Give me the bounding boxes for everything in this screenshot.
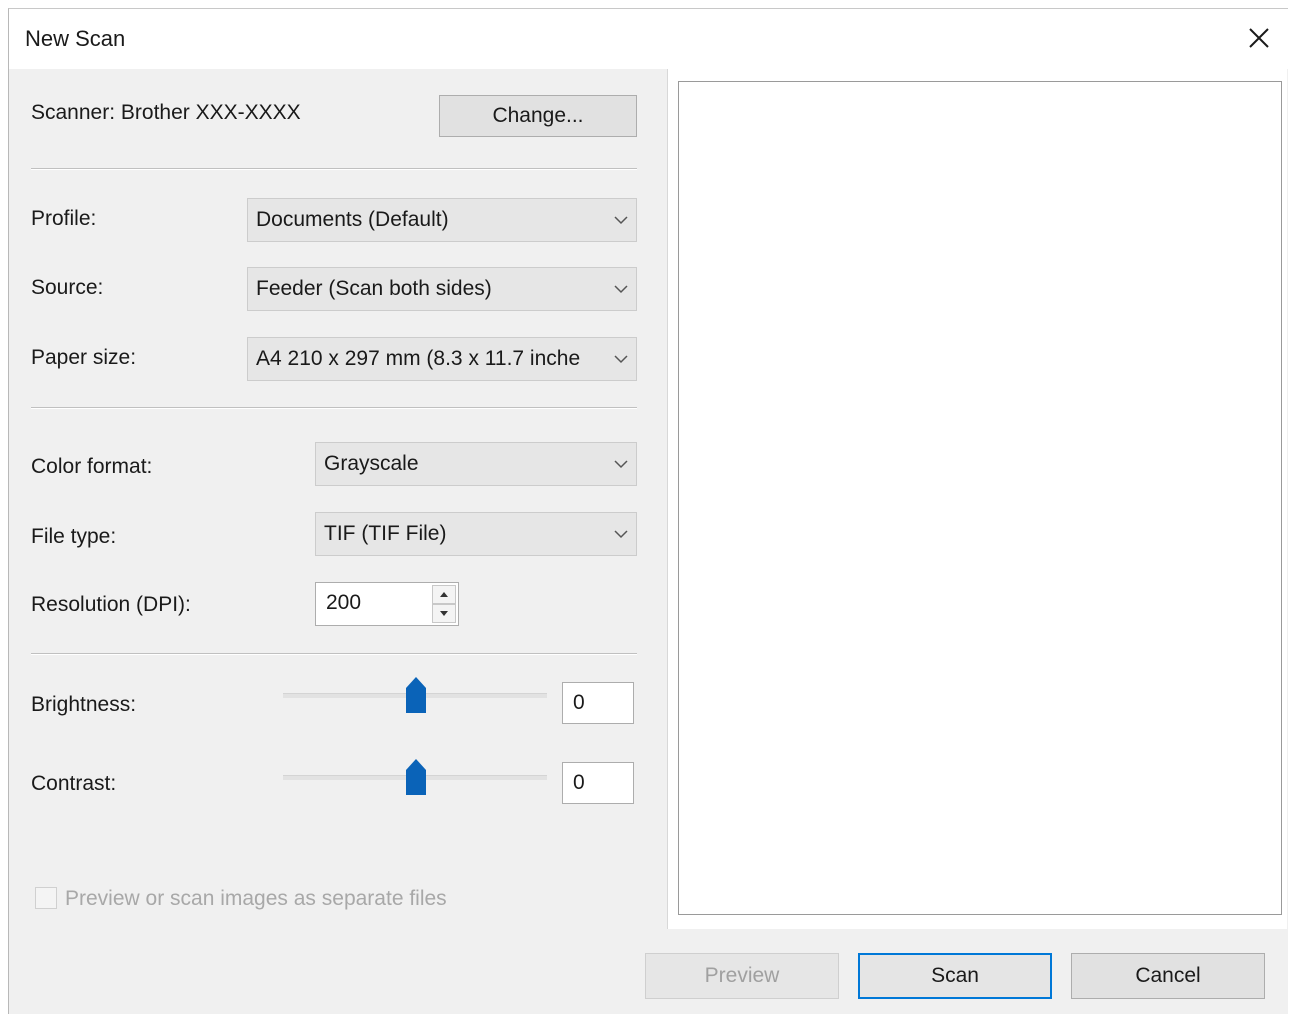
spin-arrows	[432, 585, 456, 623]
close-icon	[1249, 28, 1269, 48]
profile-value: Documents (Default)	[256, 208, 449, 231]
contrast-label: Contrast:	[31, 772, 117, 795]
scanner-label: Scanner: Brother XXX-XXXX	[31, 101, 301, 124]
slider-thumb-icon[interactable]	[405, 676, 427, 714]
arrow-down-icon[interactable]	[432, 604, 456, 623]
brightness-label: Brightness:	[31, 693, 137, 716]
scan-button[interactable]: Scan	[858, 953, 1052, 999]
slider-thumb-icon[interactable]	[405, 758, 427, 796]
preview-pane	[667, 69, 1287, 929]
paper-size-select[interactable]: A4 210 x 297 mm (8.3 x 11.7 inche	[247, 337, 637, 381]
file-type-label: File type:	[31, 525, 117, 548]
chevron-down-icon	[606, 513, 636, 555]
profile-select[interactable]: Documents (Default)	[247, 198, 637, 242]
profile-label: Profile:	[31, 207, 97, 230]
separate-files-checkbox[interactable]	[35, 887, 57, 909]
resolution-value: 200	[326, 591, 362, 614]
source-select[interactable]: Feeder (Scan both sides)	[247, 267, 637, 311]
preview-button[interactable]: Preview	[645, 953, 839, 999]
file-type-select[interactable]: TIF (TIF File)	[315, 512, 637, 556]
chevron-down-icon	[606, 199, 636, 241]
contrast-input[interactable]: 0	[562, 762, 634, 804]
color-format-value: Grayscale	[324, 452, 419, 475]
cancel-button[interactable]: Cancel	[1071, 953, 1265, 999]
paper-size-value: A4 210 x 297 mm (8.3 x 11.7 inche	[256, 347, 581, 370]
color-format-select[interactable]: Grayscale	[315, 442, 637, 486]
source-value: Feeder (Scan both sides)	[256, 277, 492, 300]
resolution-stepper[interactable]: 200	[315, 582, 459, 626]
separator	[31, 168, 637, 170]
chevron-down-icon	[606, 268, 636, 310]
chevron-down-icon	[606, 338, 636, 380]
separate-files-label: Preview or scan images as separate files	[65, 887, 447, 910]
separator	[31, 407, 637, 409]
close-button[interactable]	[1230, 9, 1288, 67]
brightness-input[interactable]: 0	[562, 682, 634, 724]
window-title: New Scan	[25, 26, 126, 51]
separator	[31, 653, 637, 655]
resolution-label: Resolution (DPI):	[31, 593, 191, 616]
preview-area	[678, 81, 1282, 915]
change-scanner-button[interactable]: Change...	[439, 95, 637, 137]
color-format-label: Color format:	[31, 455, 153, 478]
arrow-up-icon[interactable]	[432, 585, 456, 604]
source-label: Source:	[31, 276, 104, 299]
paper-size-label: Paper size:	[31, 346, 137, 369]
file-type-value: TIF (TIF File)	[324, 522, 447, 545]
chevron-down-icon	[606, 443, 636, 485]
title-bar: New Scan	[9, 9, 1288, 69]
new-scan-dialog: New Scan Scanner: Brother XXX-XXXX Chang…	[8, 8, 1288, 1014]
